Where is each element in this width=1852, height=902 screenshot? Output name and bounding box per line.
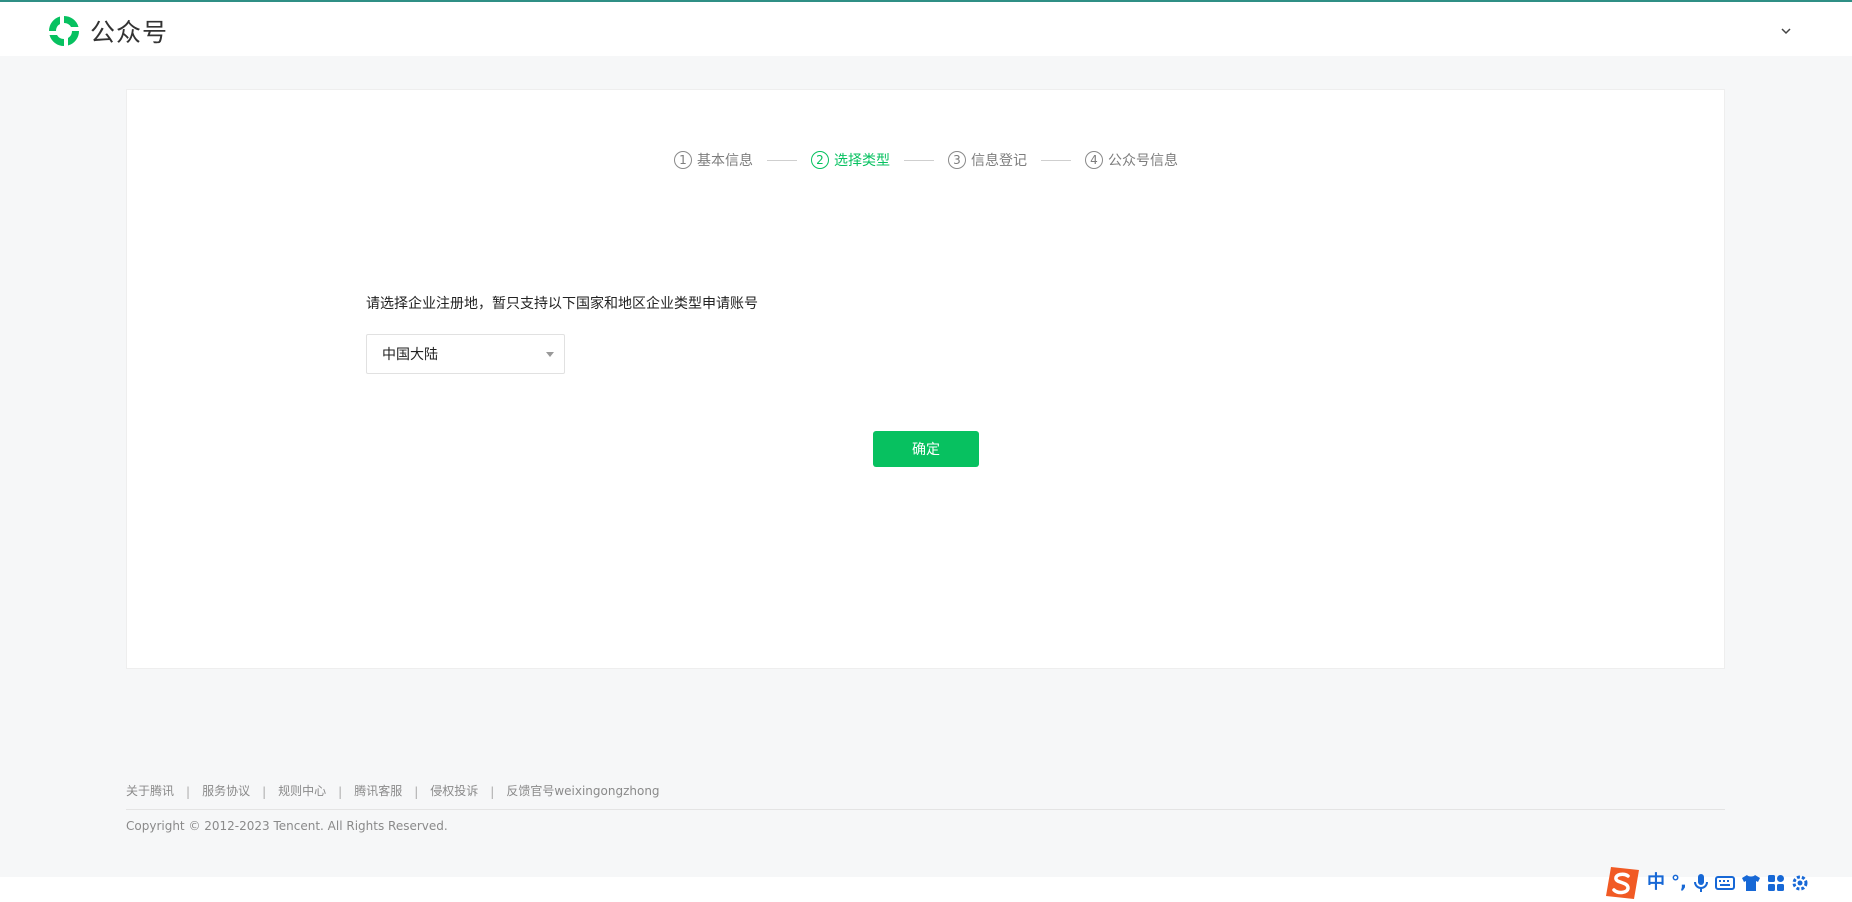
- step-connector: [1041, 159, 1071, 161]
- apps-icon[interactable]: [1767, 871, 1785, 895]
- step-number: 1: [674, 151, 692, 169]
- step-select-type: 2 选择类型: [811, 150, 890, 170]
- ime-toolbar: 中 °,: [1603, 864, 1852, 902]
- skin-icon[interactable]: [1741, 871, 1761, 895]
- microphone-icon[interactable]: [1693, 871, 1709, 895]
- bottom-strip: [0, 877, 1852, 902]
- step-number: 2: [811, 151, 829, 169]
- step-connector: [904, 159, 934, 161]
- footer-links: 关于腾讯 | 服务协议 | 规则中心 | 腾讯客服 | 侵权投诉 | 反馈官号w…: [126, 781, 660, 800]
- keyboard-icon[interactable]: [1714, 871, 1735, 895]
- brand-text: 公众号: [90, 18, 169, 47]
- step-basic-info: 1 基本信息: [674, 150, 753, 170]
- copyright-text: Copyright © 2012-2023 Tencent. All Right…: [126, 819, 448, 833]
- footer-separator: |: [186, 785, 191, 799]
- footer-divider: [126, 809, 1725, 810]
- footer-link-about[interactable]: 关于腾讯: [126, 782, 174, 799]
- footer-separator: |: [262, 785, 267, 799]
- sogou-logo-icon[interactable]: [1603, 865, 1641, 901]
- step-account-info: 4 公众号信息: [1085, 150, 1178, 170]
- chevron-down-icon: [1781, 28, 1791, 35]
- footer-separator: |: [414, 785, 419, 799]
- brand-logo[interactable]: 公众号: [46, 13, 168, 49]
- footer-link-feedback[interactable]: 反馈官号weixingongzhong: [506, 782, 659, 799]
- caret-down-icon: [546, 352, 554, 357]
- main-card: [126, 89, 1725, 669]
- region-prompt: 请选择企业注册地，暂只支持以下国家和地区企业类型申请账号: [366, 296, 758, 312]
- footer-link-service-agreement[interactable]: 服务协议: [202, 782, 250, 799]
- footer-separator: |: [490, 785, 495, 799]
- step-label: 基本信息: [697, 153, 753, 169]
- ime-punctuation-toggle[interactable]: °,: [1671, 871, 1687, 895]
- step-number: 3: [948, 151, 966, 169]
- step-number: 4: [1085, 151, 1103, 169]
- step-info-registration: 3 信息登记: [948, 150, 1027, 170]
- ime-mode-label[interactable]: 中: [1647, 871, 1665, 895]
- step-connector: [767, 159, 797, 161]
- footer-link-infringement[interactable]: 侵权投诉: [430, 782, 478, 799]
- settings-icon[interactable]: [1791, 871, 1809, 895]
- region-select-value: 中国大陆: [382, 347, 438, 363]
- region-select[interactable]: 中国大陆: [366, 334, 565, 374]
- step-label: 公众号信息: [1108, 153, 1178, 169]
- wechat-mp-logo-icon: [48, 15, 80, 47]
- confirm-button[interactable]: 确定: [873, 431, 979, 467]
- footer-link-rules-center[interactable]: 规则中心: [278, 782, 326, 799]
- step-label: 选择类型: [834, 153, 890, 169]
- step-label: 信息登记: [971, 153, 1027, 169]
- user-menu-toggle[interactable]: [1774, 19, 1798, 43]
- registration-steps: 1 基本信息 2 选择类型 3 信息登记 4 公众号信息: [674, 149, 1178, 171]
- top-header: 公众号: [0, 2, 1852, 56]
- footer-separator: |: [338, 785, 343, 799]
- footer-link-customer-service[interactable]: 腾讯客服: [354, 782, 402, 799]
